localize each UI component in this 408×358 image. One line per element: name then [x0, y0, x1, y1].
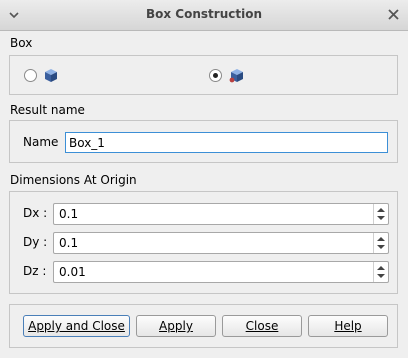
dimensions-group: Dx : 0.1 Dy : 0.1 Dz : 0.01 — [9, 191, 398, 294]
name-label: Name — [23, 135, 59, 149]
dy-value: 0.1 — [59, 236, 79, 250]
title-bar[interactable]: Box Construction — [0, 0, 408, 31]
spin-down-icon[interactable] — [377, 274, 385, 278]
spin-up-icon[interactable] — [377, 237, 385, 241]
dimensions-section-label: Dimensions At Origin — [10, 173, 137, 187]
box-type-radio-origin[interactable] — [209, 69, 222, 82]
help-button[interactable]: Help — [308, 315, 388, 337]
spin-down-icon[interactable] — [377, 245, 385, 249]
box-section-label: Box — [10, 36, 33, 50]
box-type-radio-cube[interactable] — [24, 69, 37, 82]
cube-origin-icon — [229, 69, 243, 83]
spin-up-icon[interactable] — [377, 266, 385, 270]
dx-spinbox[interactable]: 0.1 — [53, 203, 389, 225]
window-title: Box Construction — [146, 7, 262, 21]
dy-spinbox[interactable]: 0.1 — [53, 232, 389, 254]
apply-and-close-button[interactable]: Apply and Close — [23, 315, 130, 337]
spin-down-icon[interactable] — [377, 216, 385, 220]
apply-button[interactable]: Apply — [136, 315, 216, 337]
close-icon[interactable] — [388, 9, 399, 20]
dz-label: Dz : — [23, 264, 47, 278]
close-button[interactable]: Close — [222, 315, 302, 337]
dx-value: 0.1 — [59, 207, 79, 221]
dz-spinbox[interactable]: 0.01 — [53, 261, 389, 283]
dz-stepper[interactable] — [373, 262, 388, 282]
dy-stepper[interactable] — [373, 233, 388, 253]
dz-value: 0.01 — [59, 265, 86, 279]
result-name-group: Name — [9, 120, 398, 163]
dy-label: Dy : — [23, 235, 48, 249]
box-type-group — [9, 55, 398, 95]
spin-up-icon[interactable] — [377, 208, 385, 212]
cube-icon — [45, 69, 57, 82]
dx-stepper[interactable] — [373, 204, 388, 224]
result-name-section-label: Result name — [10, 103, 85, 117]
dx-label: Dx : — [23, 206, 48, 220]
name-input[interactable] — [65, 132, 388, 153]
